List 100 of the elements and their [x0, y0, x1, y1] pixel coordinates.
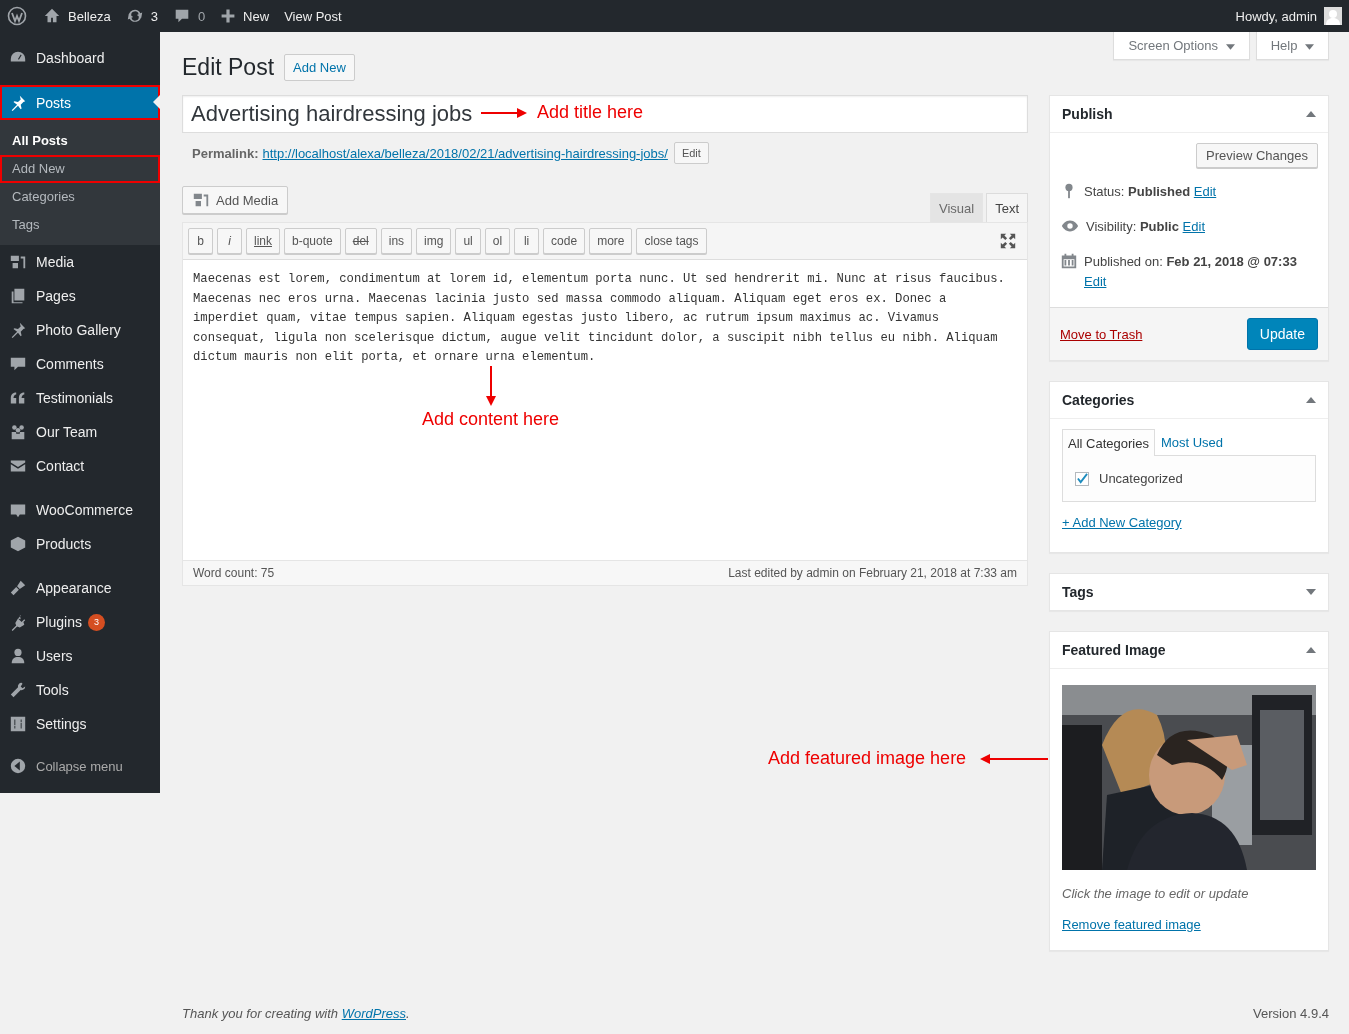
collapse-menu-button[interactable]: Collapse menu [0, 749, 160, 783]
box-title: Categories [1062, 392, 1135, 408]
editor-tab[interactable]: Visual [929, 193, 984, 222]
permalink-label: Permalink: [192, 145, 259, 161]
box-title: Publish [1062, 106, 1113, 122]
menu-item[interactable]: Dashboard [0, 41, 160, 75]
publish-setting: Visibility: Public Edit [1086, 218, 1205, 236]
user-icon [9, 647, 27, 665]
annotation-text: Add content here [422, 409, 560, 430]
site-name-link[interactable]: Belleza [43, 7, 111, 25]
publish-setting: Published on: Feb 21, 2018 @ 07:33 Edit [1084, 253, 1298, 291]
pin-icon [9, 321, 27, 339]
calendar-icon [1060, 252, 1078, 270]
caret-icon [1225, 43, 1235, 50]
account-link[interactable]: Howdy, admin [1235, 8, 1317, 24]
menu-item[interactable]: Appearance [0, 571, 160, 605]
submenu-item[interactable]: Add New [0, 155, 160, 183]
format-button[interactable]: img [416, 228, 452, 254]
menu-item[interactable]: Testimonials [0, 381, 160, 415]
collapse-arrow-icon[interactable] [1306, 647, 1316, 653]
submenu-item[interactable]: Categories [0, 183, 160, 211]
add-new-category-link[interactable]: + Add New Category [1062, 515, 1182, 530]
content-text: Maecenas est lorem, condimentum at lorem id, elementum porta nunc. Ut sed hendrerit mi. Nunc at risus faucibus. Maecenas nec eros urna. Maecenas lacinia justo sed massa commodo aliquam. Aliquam eget eros ex. Donec a imperdiet quam, vitae tempus sapien. Aliquam egestas justo libero, ac rutrum ipsum maximus ac. Vivamus consequat, ligula non scelerisque dictum, augue velit tincidunt dolor, a suscipit nibh tellus eu nibh. Aliquam dictum mauris non elit porta, et ornare urna elementum. [193, 271, 1006, 366]
submenu-item[interactable]: Tags [0, 211, 160, 239]
arrow [485, 366, 496, 406]
menu-item[interactable]: Tools [0, 673, 160, 707]
new-content-link[interactable]: New [220, 8, 270, 24]
version-text: Version 4.9.4 [1253, 1006, 1329, 1021]
add-new-button[interactable]: Add New [284, 53, 355, 81]
people-icon [9, 423, 27, 441]
screen-options-button[interactable]: Screen Options [1113, 32, 1250, 60]
expand-arrow-icon[interactable] [1306, 589, 1316, 595]
permalink-link[interactable]: http://localhost/alexa/belleza/2018/02/21/advertising-hairdressing-jobs/ [262, 145, 668, 161]
view-post-link[interactable]: View Post [284, 8, 342, 24]
format-button[interactable]: link [246, 228, 280, 254]
edit-link[interactable]: Edit [1182, 219, 1205, 234]
category-tab[interactable]: All Categories [1062, 429, 1155, 456]
media-icon [192, 191, 210, 209]
format-button[interactable]: li [514, 228, 540, 254]
menu-item[interactable]: Users [0, 639, 160, 673]
caret-icon [1305, 43, 1314, 50]
annotation-text: Add featured image here [768, 748, 967, 769]
format-button[interactable]: code [543, 228, 586, 254]
move-to-trash-link[interactable]: Move to Trash [1060, 326, 1143, 342]
wordpress-link[interactable]: WordPress [341, 1006, 406, 1021]
submenu-item[interactable]: All Posts [0, 127, 160, 155]
menu-item[interactable]: Photo Gallery [0, 313, 160, 347]
format-button[interactable]: b-quote [284, 228, 341, 254]
edit-link[interactable]: Edit [1193, 184, 1217, 199]
preview-changes-button[interactable]: Preview Changes [1196, 143, 1318, 168]
brush-icon [9, 579, 27, 597]
menu-item[interactable]: Media [0, 245, 160, 279]
checkbox[interactable] [1075, 471, 1089, 486]
format-button[interactable]: more [589, 228, 633, 254]
fullscreen-icon[interactable] [999, 232, 1017, 250]
wrench-icon [9, 681, 27, 699]
box-icon [9, 535, 27, 553]
updates-link[interactable]: 3 [125, 7, 158, 25]
menu-item[interactable]: Pages [0, 279, 160, 313]
add-media-button[interactable]: Add Media [182, 186, 289, 214]
format-button[interactable]: ul [455, 228, 481, 254]
home-icon [43, 7, 61, 25]
menu-item[interactable]: Comments [0, 347, 160, 381]
arrow [481, 107, 527, 118]
plus-icon [220, 8, 237, 24]
collapse-arrow-icon[interactable] [1306, 111, 1316, 117]
format-button[interactable]: close tags [636, 228, 707, 254]
wordpress-logo-icon[interactable] [7, 6, 27, 26]
refresh-icon [125, 7, 144, 25]
help-button[interactable]: Help [1255, 32, 1329, 60]
menu-item[interactable]: Posts [0, 85, 160, 120]
editor-tab[interactable]: Text [986, 193, 1028, 222]
edit-link[interactable]: Edit [1084, 274, 1107, 289]
menu-item[interactable]: Plugins 3 [0, 605, 160, 639]
menu-item[interactable]: Settings [0, 707, 160, 741]
menu-item[interactable]: Our Team [0, 415, 160, 449]
format-button[interactable]: i [217, 228, 242, 254]
box-title: Featured Image [1062, 642, 1166, 658]
format-button[interactable]: del [344, 228, 377, 254]
menu-item[interactable]: WooCommerce [0, 493, 160, 527]
pages-icon [9, 287, 27, 305]
edit-permalink-button[interactable]: Edit [673, 142, 709, 164]
format-button[interactable]: ol [484, 228, 511, 254]
collapse-icon [9, 757, 27, 775]
menu-item[interactable]: Products [0, 527, 160, 561]
pin-icon [9, 93, 27, 112]
image-hint: Click the image to edit or update [1062, 886, 1250, 901]
remove-featured-image-link[interactable]: Remove featured image [1062, 917, 1201, 932]
format-button[interactable]: b [188, 228, 213, 254]
collapse-arrow-icon[interactable] [1306, 397, 1316, 403]
arrow [980, 753, 1049, 764]
annotation-text: Add title here [537, 102, 644, 123]
format-button[interactable]: ins [380, 228, 413, 254]
menu-item[interactable]: Contact [0, 449, 160, 483]
publish-setting: Status: Published Edit [1084, 183, 1217, 201]
comments-link[interactable]: 0 [172, 7, 206, 25]
footer-credit: Thank you for creating with WordPress. [182, 1006, 410, 1021]
update-button[interactable]: Update [1246, 318, 1318, 350]
category-label: Uncategorized [1099, 471, 1183, 486]
category-tab[interactable]: Most Used [1154, 429, 1230, 455]
